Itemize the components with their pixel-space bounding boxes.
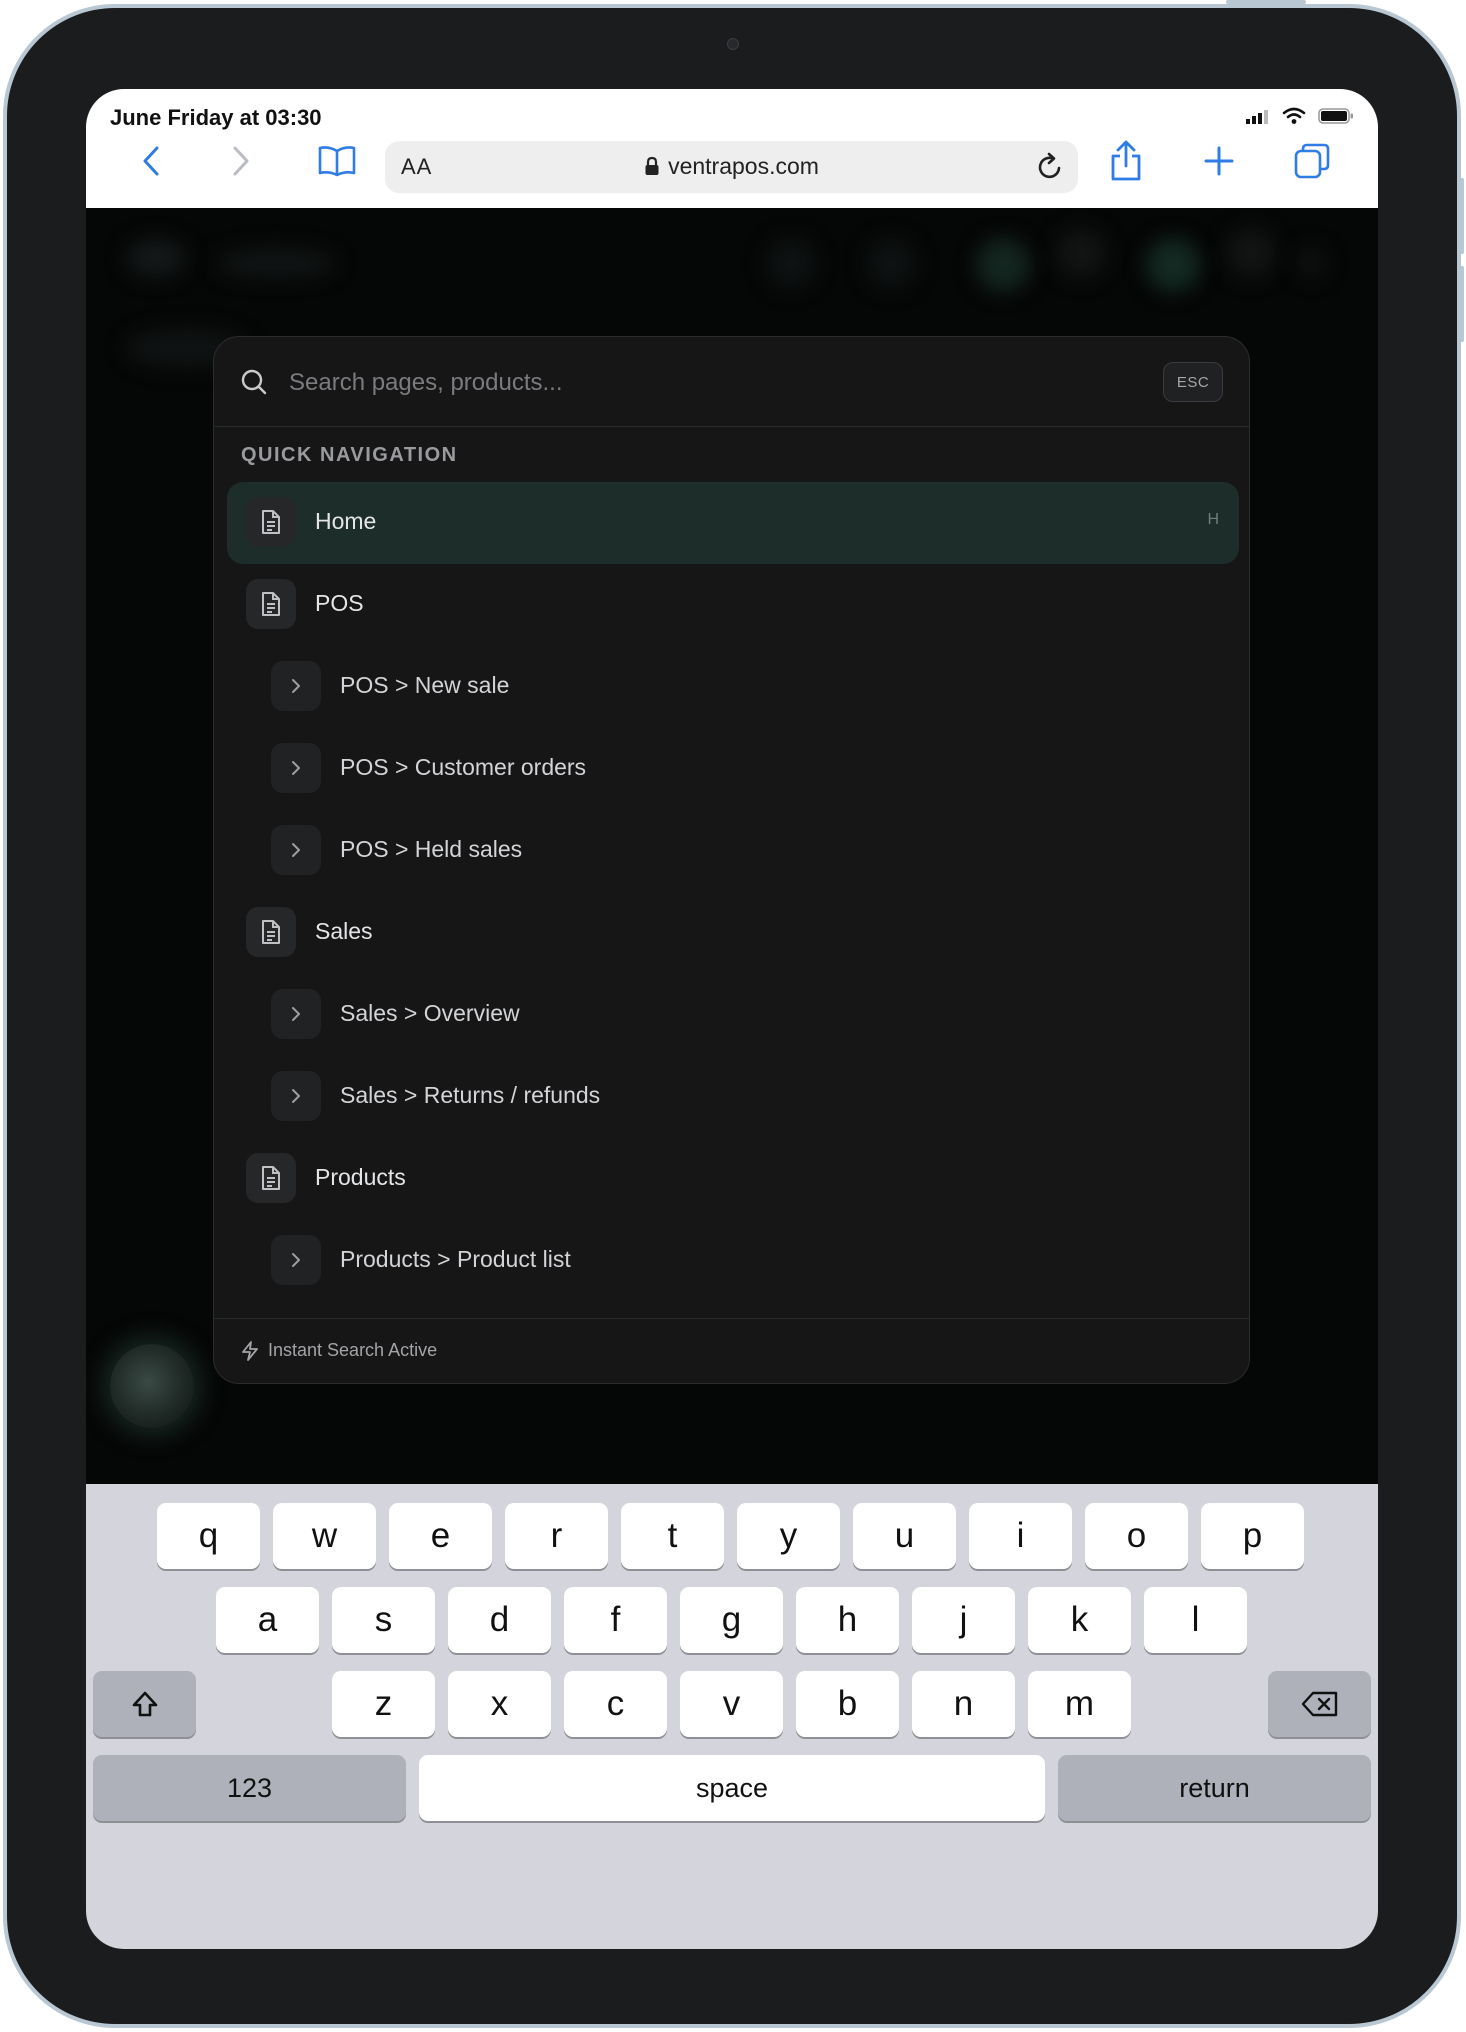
forward-chevron-icon[interactable] xyxy=(218,139,264,183)
key-n[interactable]: n xyxy=(912,1671,1015,1737)
key-m[interactable]: m xyxy=(1028,1671,1131,1737)
key-q[interactable]: q xyxy=(157,1503,260,1569)
section-label: QUICK NAVIGATION xyxy=(241,444,458,466)
address-bar[interactable]: AA ventrapos.com xyxy=(385,141,1078,193)
palette-search-row: ESC xyxy=(214,337,1249,427)
page-icon xyxy=(246,907,296,957)
navigation-list: Home H POS POS > New sale POS > Customer… xyxy=(227,482,1239,1302)
nav-item-home[interactable]: Home H xyxy=(227,482,1239,564)
status-icons xyxy=(1246,107,1354,125)
nav-item-sales[interactable]: Sales xyxy=(227,892,1239,974)
back-chevron-icon[interactable] xyxy=(128,139,174,183)
tabs-icon[interactable] xyxy=(1289,139,1335,183)
lightning-icon xyxy=(242,1341,258,1361)
space-key[interactable]: space xyxy=(419,1755,1045,1821)
backspace-icon xyxy=(1301,1691,1337,1717)
top-button xyxy=(1226,0,1306,4)
shortcut-hint: H xyxy=(1207,511,1219,528)
key-t[interactable]: t xyxy=(621,1503,724,1569)
chevron-right-icon xyxy=(271,743,321,793)
nav-item-pos-new-sale[interactable]: POS > New sale xyxy=(227,646,1239,728)
screen: June Friday at 03:30 AA ventrapos.com Se… xyxy=(86,89,1378,1949)
nav-item-pos-customer-orders[interactable]: POS > Customer orders xyxy=(227,728,1239,810)
key-e[interactable]: e xyxy=(389,1503,492,1569)
search-input[interactable] xyxy=(287,361,1121,405)
nav-item-label: POS > New sale xyxy=(340,672,510,698)
cellular-icon xyxy=(1246,110,1268,124)
footer-status: Instant Search Active xyxy=(268,1340,438,1360)
nav-item-label: POS > Held sales xyxy=(340,836,523,862)
lock-icon xyxy=(645,156,659,175)
battery-icon xyxy=(1318,108,1353,124)
nav-item-label: Products > Product list xyxy=(340,1246,571,1272)
floating-action-button xyxy=(110,1344,194,1428)
chevron-right-icon xyxy=(271,1235,321,1285)
nav-item-pos-held-sales[interactable]: POS > Held sales xyxy=(227,810,1239,892)
palette-footer: Instant Search Active xyxy=(214,1318,1249,1383)
nav-item-products-list[interactable]: Products > Product list xyxy=(227,1220,1239,1302)
key-b[interactable]: b xyxy=(796,1671,899,1737)
nav-item-label: Sales > Returns / refunds xyxy=(340,1082,601,1108)
chevron-right-icon xyxy=(271,661,321,711)
key-g[interactable]: g xyxy=(680,1587,783,1653)
key-w[interactable]: w xyxy=(273,1503,376,1569)
key-y[interactable]: y xyxy=(737,1503,840,1569)
page-icon xyxy=(246,497,296,547)
nav-item-label: Home xyxy=(315,508,377,534)
delete-key[interactable] xyxy=(1268,1671,1371,1737)
nav-item-label: Products xyxy=(315,1164,406,1190)
key-v[interactable]: v xyxy=(680,1671,783,1737)
key-z[interactable]: z xyxy=(332,1671,435,1737)
nav-item-sales-returns[interactable]: Sales > Returns / refunds xyxy=(227,1056,1239,1138)
key-u[interactable]: u xyxy=(853,1503,956,1569)
bookmarks-icon[interactable] xyxy=(314,139,360,183)
key-c[interactable]: c xyxy=(564,1671,667,1737)
share-icon[interactable] xyxy=(1103,139,1149,183)
command-palette: ESC QUICK NAVIGATION Home H POS POS > Ne… xyxy=(213,336,1250,1384)
key-k[interactable]: k xyxy=(1028,1587,1131,1653)
volume-up-button xyxy=(1460,178,1464,254)
onscreen-keyboard: q w e r t y u i o p a s d f g h j k l z … xyxy=(86,1484,1378,1949)
status-time: June Friday at 03:30 xyxy=(110,105,322,130)
key-h[interactable]: h xyxy=(796,1587,899,1653)
nav-item-sales-overview[interactable]: Sales > Overview xyxy=(227,974,1239,1056)
volume-down-button xyxy=(1460,266,1464,342)
key-o[interactable]: o xyxy=(1085,1503,1188,1569)
return-key[interactable]: return xyxy=(1058,1755,1371,1821)
key-a[interactable]: a xyxy=(216,1587,319,1653)
chevron-right-icon xyxy=(271,1071,321,1121)
nav-item-pos[interactable]: POS xyxy=(227,564,1239,646)
page-icon xyxy=(246,1153,296,1203)
shift-icon xyxy=(132,1691,157,1717)
url-display[interactable]: ventrapos.com xyxy=(385,153,1078,180)
key-f[interactable]: f xyxy=(564,1587,667,1653)
key-x[interactable]: x xyxy=(448,1671,551,1737)
shift-key[interactable] xyxy=(93,1671,196,1737)
nav-item-label: Sales > Overview xyxy=(340,1000,520,1026)
new-tab-icon[interactable] xyxy=(1196,139,1242,183)
nav-item-products[interactable]: Products xyxy=(227,1138,1239,1220)
numbers-key[interactable]: 123 xyxy=(93,1755,406,1821)
url-text: ventrapos.com xyxy=(668,153,819,179)
key-i[interactable]: i xyxy=(969,1503,1072,1569)
search-icon xyxy=(241,369,267,395)
chevron-right-icon xyxy=(271,825,321,875)
front-camera xyxy=(727,38,739,50)
key-d[interactable]: d xyxy=(448,1587,551,1653)
key-l[interactable]: l xyxy=(1144,1587,1247,1653)
wifi-icon xyxy=(1282,107,1306,124)
page-icon xyxy=(246,579,296,629)
esc-badge[interactable]: ESC xyxy=(1163,362,1223,402)
nav-item-label: POS > Customer orders xyxy=(340,754,587,780)
key-r[interactable]: r xyxy=(505,1503,608,1569)
nav-item-label: Sales xyxy=(315,918,373,944)
key-s[interactable]: s xyxy=(332,1587,435,1653)
reload-icon[interactable] xyxy=(1030,147,1070,187)
key-p[interactable]: p xyxy=(1201,1503,1304,1569)
key-j[interactable]: j xyxy=(912,1587,1015,1653)
nav-item-label: POS xyxy=(315,590,364,616)
chevron-right-icon xyxy=(271,989,321,1039)
browser-chrome: June Friday at 03:30 AA ventrapos.com xyxy=(86,89,1378,208)
